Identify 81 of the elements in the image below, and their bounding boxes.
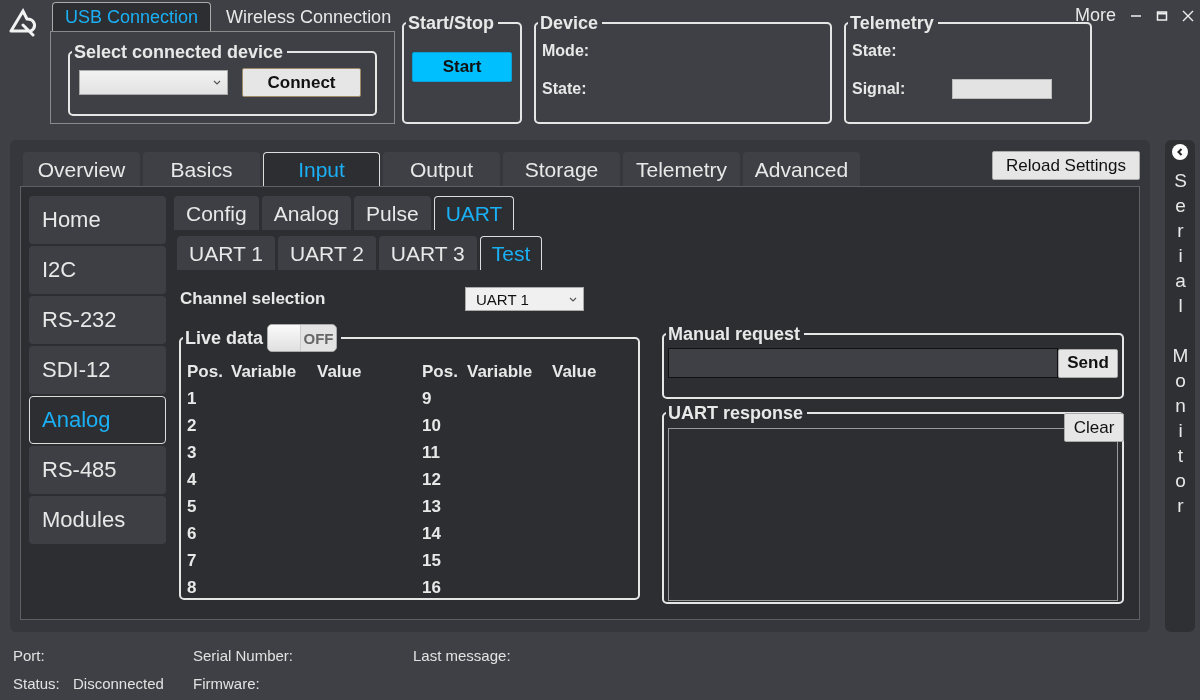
column-header: Value: [317, 361, 363, 382]
status-label: Last message:: [413, 646, 512, 664]
nested-tab[interactable]: UART 2: [277, 236, 376, 270]
group-title: Select connected device: [74, 42, 284, 62]
start-button[interactable]: Start: [412, 52, 512, 82]
sidebar-item[interactable]: Modules: [29, 496, 166, 544]
field-label: State:: [542, 79, 588, 99]
tab[interactable]: Overview: [23, 152, 140, 186]
group-title: Device: [540, 13, 599, 33]
tab[interactable]: Basics: [143, 152, 260, 186]
clear-button[interactable]: Clear: [1064, 413, 1124, 442]
sidebar-item[interactable]: RS-485: [29, 446, 166, 494]
column-header: Variable: [467, 361, 534, 382]
table-cell-text: 15: [422, 550, 442, 571]
sub-tab[interactable]: UART: [433, 196, 515, 230]
table-cell-text: 14: [422, 523, 442, 544]
group-title: Live data: [185, 328, 264, 348]
tab[interactable]: Storage: [503, 152, 620, 186]
table-cell-text: 10: [422, 415, 442, 436]
table-cell-text: 13: [422, 496, 442, 517]
status-label: Serial Number:: [193, 646, 295, 664]
panel-title: Serial: [1169, 170, 1192, 320]
column-header: Pos.: [422, 361, 459, 382]
status-value: Disconnected: [73, 674, 165, 692]
table-cell-text: 8: [187, 577, 198, 598]
group-title: Telemetry: [850, 13, 934, 33]
table-cell-text: 7: [187, 550, 198, 571]
table-cell-text: 2: [187, 415, 198, 436]
sub-tab[interactable]: Config: [174, 196, 259, 230]
field-label: State:: [852, 41, 898, 61]
more-menu[interactable]: More: [1075, 5, 1116, 26]
status-label: Firmware:: [193, 674, 261, 692]
reload-settings-button[interactable]: Reload Settings: [992, 151, 1140, 180]
sidebar-item[interactable]: Home: [29, 196, 166, 244]
table-cell-text: 6: [187, 523, 198, 544]
table-cell-text: 16: [422, 577, 442, 598]
table-cell-text: 5: [187, 496, 198, 517]
table-cell-text: 4: [187, 469, 198, 490]
field-label: Signal:: [852, 79, 907, 99]
sub-tab[interactable]: Analog: [261, 196, 352, 230]
field-label: Channel selection: [180, 289, 327, 309]
tab[interactable]: Output: [383, 152, 500, 186]
tab[interactable]: Telemetry: [623, 152, 740, 186]
channel-dropdown[interactable]: UART 1: [465, 287, 584, 311]
sidebar-item[interactable]: Analog: [29, 396, 166, 444]
maximize-icon[interactable]: [1156, 9, 1168, 22]
sidebar-item[interactable]: SDI-12: [29, 346, 166, 394]
group-title: Start/Stop: [408, 13, 494, 33]
send-button[interactable]: Send: [1058, 348, 1118, 378]
nested-tab[interactable]: UART 1: [177, 236, 275, 270]
chevron-left-icon[interactable]: [1172, 144, 1188, 160]
connection-tab[interactable]: USB Connection: [52, 2, 212, 31]
dropdown-value: UART 1: [476, 290, 529, 308]
status-label: Port:: [13, 646, 46, 664]
chevron-down-icon: [213, 80, 221, 85]
nested-tab[interactable]: Test: [479, 236, 543, 270]
toggle-switch[interactable]: OFF: [267, 324, 338, 352]
table-cell-text: 9: [422, 388, 433, 409]
table-cell-text: 11: [422, 442, 441, 463]
connection-tab[interactable]: Wireless Connection: [213, 2, 405, 31]
column-header: Value: [552, 361, 598, 382]
column-header: Variable: [231, 361, 298, 382]
table-cell-text: 3: [187, 442, 198, 463]
tab[interactable]: Input: [263, 152, 380, 186]
sidebar-item[interactable]: I2C: [29, 246, 166, 294]
nested-tab[interactable]: UART 3: [378, 236, 477, 270]
table-cell-text: 1: [187, 388, 198, 409]
chevron-down-icon: [569, 296, 577, 302]
sidebar-item[interactable]: RS-232: [29, 296, 166, 344]
connect-button[interactable]: Connect: [242, 68, 361, 97]
status-label: Status:: [13, 674, 61, 692]
field-label: Mode:: [542, 41, 591, 61]
group-title: UART response: [668, 403, 804, 423]
tab[interactable]: Advanced: [743, 152, 860, 186]
input-field[interactable]: [668, 348, 1058, 378]
panel-title: Monitor: [1169, 345, 1192, 520]
close-icon[interactable]: [1182, 9, 1194, 22]
sub-tab[interactable]: Pulse: [354, 196, 431, 230]
group-title: Manual request: [668, 324, 801, 344]
column-header: Pos.: [187, 361, 224, 382]
table-cell-text: 12: [422, 469, 442, 490]
